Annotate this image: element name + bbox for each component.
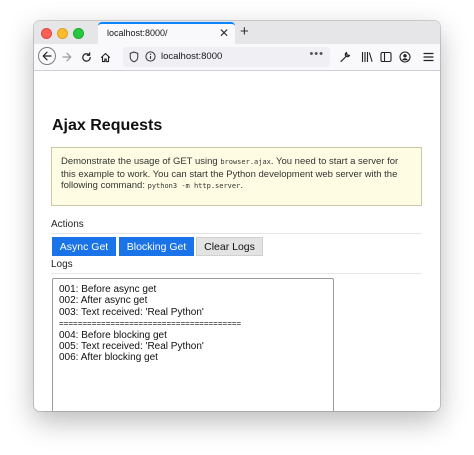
notice-code-ajax: browser.ajax	[220, 158, 271, 166]
url-text[interactable]: localhost:8000	[161, 51, 222, 62]
reload-icon	[81, 51, 91, 62]
browser-window: localhost:8000/ ✕ + localhost:8000 ••• A…	[34, 21, 440, 411]
account-icon[interactable]	[399, 51, 411, 63]
log-line: 005: Text received: 'Real Python'	[59, 341, 204, 353]
async-get-button[interactable]: Async Get	[52, 237, 116, 256]
notice-code-command: python3 -m http.server	[147, 182, 241, 190]
browser-tab[interactable]: localhost:8000/ ✕	[98, 22, 235, 44]
clear-logs-button[interactable]: Clear Logs	[196, 237, 263, 256]
blocking-get-button[interactable]: Blocking Get	[119, 237, 194, 256]
info-icon[interactable]	[145, 51, 156, 62]
home-button[interactable]	[98, 47, 112, 67]
back-button[interactable]	[38, 47, 56, 65]
forward-button[interactable]	[60, 47, 74, 67]
page-content: Ajax Requests Demonstrate the usage of G…	[34, 71, 440, 411]
window-minimize-button[interactable]	[57, 28, 68, 39]
actions-label: Actions	[51, 219, 84, 230]
log-line: 002: After async get	[59, 295, 148, 307]
back-arrow-icon	[42, 51, 52, 61]
page-actions-menu-icon[interactable]: •••	[309, 48, 324, 60]
forward-arrow-icon	[62, 52, 72, 62]
tab-close-icon[interactable]: ✕	[219, 26, 229, 40]
notice-box: Demonstrate the usage of GET using brows…	[51, 147, 422, 206]
page-title: Ajax Requests	[52, 117, 163, 134]
tab-strip: localhost:8000/ ✕ +	[34, 21, 440, 44]
logs-textarea[interactable]: 001: Before async get 002: After async g…	[52, 278, 334, 411]
tools-icon[interactable]	[339, 51, 351, 63]
reload-button[interactable]	[79, 47, 93, 67]
log-line: 004: Before blocking get	[59, 329, 167, 341]
url-bar[interactable]: localhost:8000 •••	[123, 47, 330, 67]
tab-title: localhost:8000/	[107, 28, 168, 38]
sidebar-icon[interactable]	[380, 51, 392, 63]
logs-divider	[51, 273, 422, 274]
menu-icon[interactable]	[423, 52, 434, 62]
logs-label: Logs	[51, 259, 73, 270]
log-line: 003: Text received: 'Real Python'	[59, 306, 204, 318]
window-close-button[interactable]	[41, 28, 52, 39]
actions-divider	[51, 233, 422, 234]
home-icon	[100, 52, 110, 62]
log-line: 001: Before async get	[59, 284, 157, 295]
notice-text-3: .	[240, 180, 243, 191]
library-icon[interactable]	[361, 51, 374, 63]
log-separator: =======================================	[59, 319, 242, 329]
shield-icon[interactable]	[129, 51, 139, 63]
new-tab-button[interactable]: +	[240, 23, 249, 41]
window-maximize-button[interactable]	[73, 28, 84, 39]
notice-text: Demonstrate the usage of GET using	[61, 156, 221, 167]
log-line: 006: After blocking get	[59, 352, 158, 364]
navigation-bar: localhost:8000 •••	[34, 44, 440, 71]
